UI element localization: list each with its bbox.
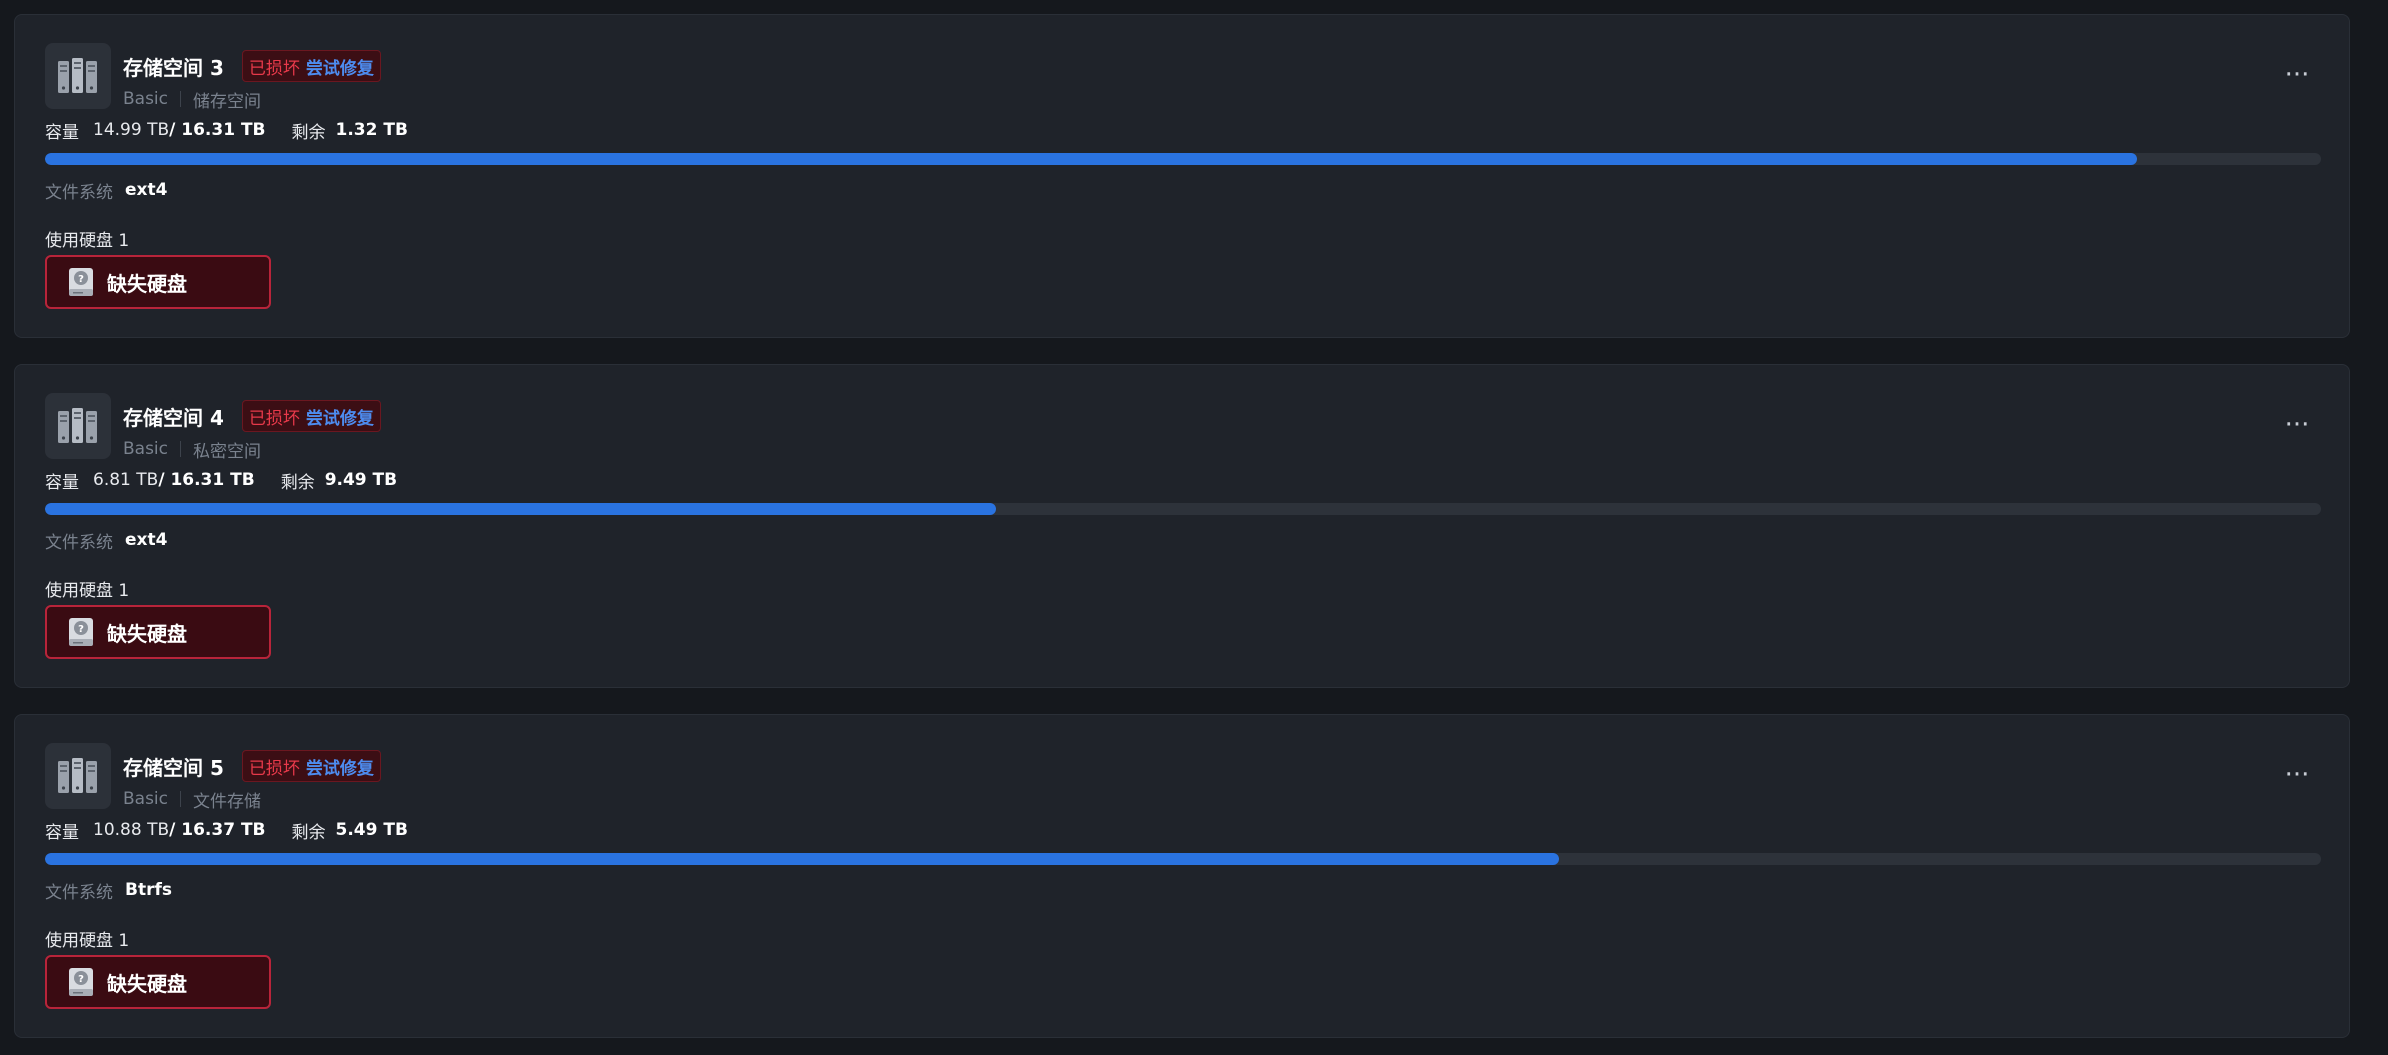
usage-bar (45, 853, 2321, 865)
free-value: 9.49 TB (324, 470, 398, 490)
try-repair-link[interactable]: 尝试修复 (306, 54, 374, 79)
storage-pool-icon (45, 43, 111, 109)
capacity-used: 10.88 TB (93, 820, 170, 840)
usage-bar-fill (45, 503, 997, 515)
status-broken-label: 已损坏 (248, 758, 300, 779)
status-broken-label: 已损坏 (248, 58, 300, 79)
missing-disk-icon: ? (67, 267, 95, 297)
storage-pool-card: 存储空间 3 已损坏 尝试修复 Basic 储存空间 容量 14.99 TB /… (14, 14, 2350, 338)
pool-title: 存储空间 4 (123, 405, 224, 430)
storage-pool-icon (45, 393, 111, 459)
volume-name: 文件存储 (193, 791, 262, 812)
filesystem-label: 文件系统 (45, 182, 113, 203)
missing-disk-icon: ? (67, 967, 95, 997)
divider (180, 91, 182, 107)
pool-subtitle: Basic 文件存储 (123, 785, 261, 813)
more-options-button[interactable]: ··· (2279, 61, 2315, 89)
free-label: 剩余 (280, 472, 315, 493)
free-value: 5.49 TB (335, 820, 408, 840)
storage-pool-icon (45, 743, 111, 809)
usage-bar (45, 503, 2321, 515)
volume-name: 储存空间 (193, 91, 262, 112)
more-options-button[interactable]: ··· (2279, 761, 2315, 789)
capacity-row: 容量 14.99 TB / 16.31 TB 剩余 1.32 TB (45, 115, 408, 145)
missing-disk-label: 缺失硬盘 (107, 621, 187, 646)
missing-disk-button[interactable]: ? 缺失硬盘 (45, 955, 271, 1009)
capacity-label: 容量 (45, 472, 79, 493)
filesystem-type: ext4 (125, 180, 168, 200)
filesystem-label: 文件系统 (45, 532, 113, 553)
free-label: 剩余 (291, 122, 326, 143)
capacity-total: / 16.37 TB (169, 820, 266, 840)
pool-title-row: 存储空间 3 已损坏 尝试修复 (123, 49, 381, 83)
pool-title: 存储空间 3 (123, 55, 224, 80)
filesystem-row: 文件系统 ext4 (45, 175, 167, 205)
status-badge: 已损坏 尝试修复 (241, 400, 381, 432)
filesystem-type: ext4 (125, 530, 168, 550)
capacity-total: / 16.31 TB (158, 470, 255, 490)
more-options-button[interactable]: ··· (2279, 411, 2315, 439)
missing-disk-button[interactable]: ? 缺失硬盘 (45, 605, 271, 659)
capacity-used: 6.81 TB (93, 470, 159, 490)
missing-disk-label: 缺失硬盘 (107, 971, 187, 996)
raid-type: Basic (123, 789, 169, 809)
storage-pool-card: 存储空间 5 已损坏 尝试修复 Basic 文件存储 容量 10.88 TB /… (14, 714, 2350, 1038)
pool-title-row: 存储空间 4 已损坏 尝试修复 (123, 399, 381, 433)
pool-subtitle: Basic 储存空间 (123, 85, 261, 113)
disks-used-label: 使用硬盘 1 (45, 580, 130, 601)
usage-bar (45, 153, 2321, 165)
divider (180, 441, 182, 457)
usage-bar-fill (45, 153, 2137, 165)
volume-name: 私密空间 (193, 441, 262, 462)
free-label: 剩余 (291, 822, 326, 843)
raid-type: Basic (123, 439, 169, 459)
filesystem-type: Btrfs (125, 880, 172, 900)
capacity-row: 容量 6.81 TB / 16.31 TB 剩余 9.49 TB (45, 465, 397, 495)
more-options-icon: ··· (2284, 410, 2310, 440)
free-value: 1.32 TB (335, 120, 408, 140)
svg-text:?: ? (78, 974, 84, 985)
capacity-row: 容量 10.88 TB / 16.37 TB 剩余 5.49 TB (45, 815, 408, 845)
missing-disk-button[interactable]: ? 缺失硬盘 (45, 255, 271, 309)
status-badge: 已损坏 尝试修复 (241, 50, 381, 82)
disks-used-label: 使用硬盘 1 (45, 230, 130, 251)
raid-type: Basic (123, 89, 169, 109)
pool-title-row: 存储空间 5 已损坏 尝试修复 (123, 749, 381, 783)
status-broken-label: 已损坏 (248, 408, 300, 429)
missing-disk-label: 缺失硬盘 (107, 271, 187, 296)
divider (180, 791, 182, 807)
usage-bar-fill (45, 853, 1559, 865)
disks-used-label: 使用硬盘 1 (45, 930, 130, 951)
capacity-label: 容量 (45, 822, 79, 843)
svg-text:?: ? (78, 624, 84, 635)
pool-subtitle: Basic 私密空间 (123, 435, 261, 463)
filesystem-label: 文件系统 (45, 882, 113, 903)
missing-disk-icon: ? (67, 617, 95, 647)
storage-pool-card: 存储空间 4 已损坏 尝试修复 Basic 私密空间 容量 6.81 TB / … (14, 364, 2350, 688)
svg-text:?: ? (78, 274, 84, 285)
more-options-icon: ··· (2284, 60, 2310, 90)
more-options-icon: ··· (2284, 760, 2310, 790)
capacity-total: / 16.31 TB (169, 120, 266, 140)
capacity-label: 容量 (45, 122, 79, 143)
try-repair-link[interactable]: 尝试修复 (306, 754, 374, 779)
try-repair-link[interactable]: 尝试修复 (306, 404, 374, 429)
capacity-used: 14.99 TB (93, 120, 170, 140)
pool-title: 存储空间 5 (123, 755, 224, 780)
filesystem-row: 文件系统 ext4 (45, 525, 167, 555)
storage-pool-list: 存储空间 3 已损坏 尝试修复 Basic 储存空间 容量 14.99 TB /… (0, 0, 2388, 1055)
status-badge: 已损坏 尝试修复 (241, 750, 381, 782)
filesystem-row: 文件系统 Btrfs (45, 875, 172, 905)
